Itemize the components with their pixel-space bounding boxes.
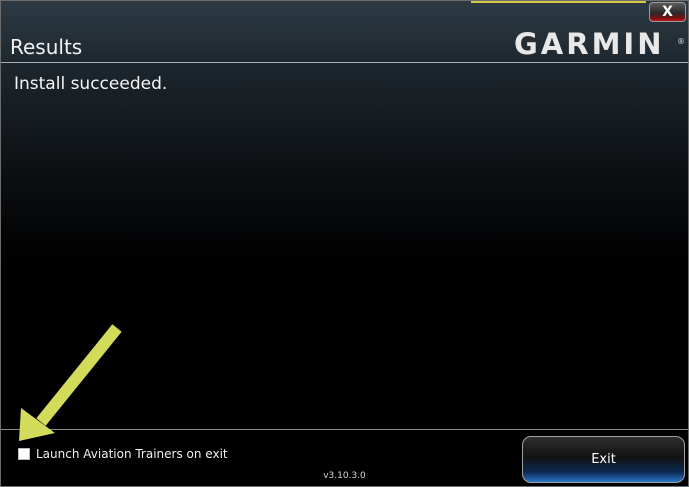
top-accent-bar (471, 1, 646, 3)
page-title: Results (10, 35, 83, 59)
garmin-logo: GARMIN (514, 27, 665, 61)
registered-mark: ® (677, 37, 685, 46)
header-divider (1, 62, 688, 63)
launch-on-exit-label: Launch Aviation Trainers on exit (36, 447, 228, 461)
status-message: Install succeeded. (14, 74, 168, 94)
launch-on-exit-option[interactable]: Launch Aviation Trainers on exit (18, 447, 228, 461)
exit-button[interactable]: Exit (522, 436, 685, 483)
footer-divider (1, 429, 688, 430)
close-button[interactable]: X (649, 2, 686, 22)
results-window: X Results GARMIN ® Install succeeded. La… (0, 0, 689, 487)
launch-on-exit-checkbox[interactable] (18, 448, 30, 460)
